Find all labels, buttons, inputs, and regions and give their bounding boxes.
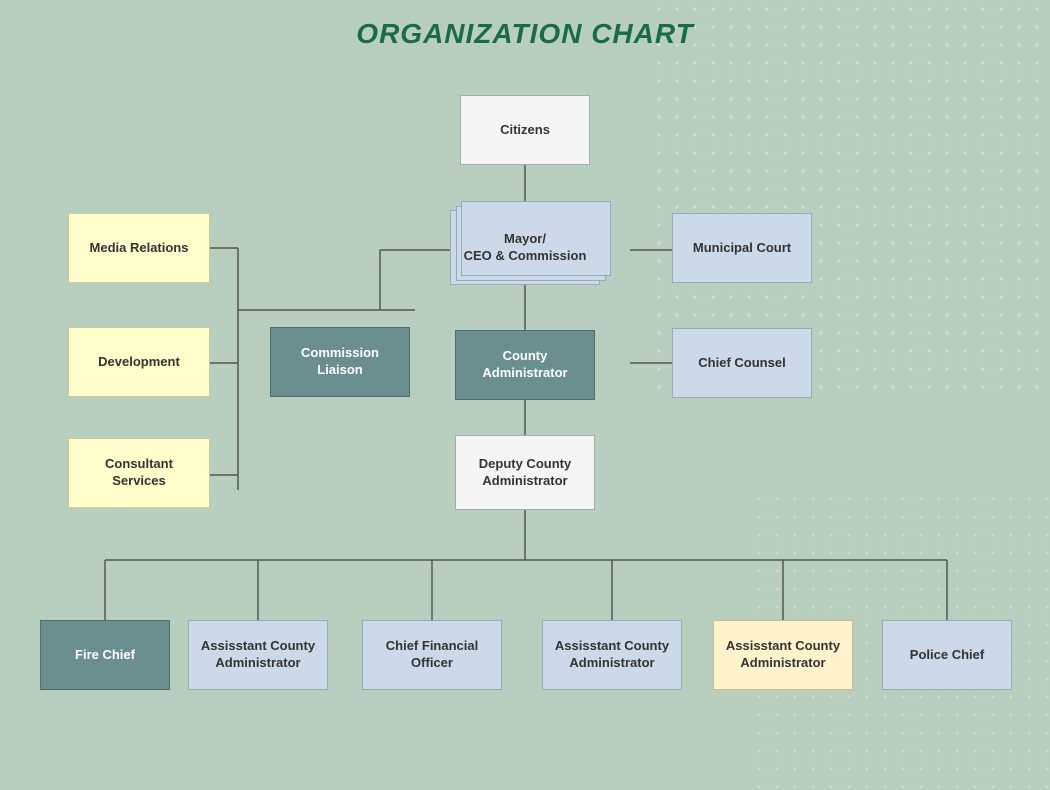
fire-chief-box: Fire Chief: [40, 620, 170, 690]
asst-admin-2-box: Assisstant CountyAdministrator: [542, 620, 682, 690]
mayor-box: Mayor/CEO & Commission: [450, 210, 600, 285]
page-title: ORGANIZATION CHART: [0, 0, 1050, 50]
commission-liaison-box: CommissionLiaison: [270, 327, 410, 397]
cfo-box: Chief FinancialOfficer: [362, 620, 502, 690]
county-admin-box: CountyAdministrator: [455, 330, 595, 400]
asst-admin-3-box: Assisstant CountyAdministrator: [713, 620, 853, 690]
media-relations-box: Media Relations: [68, 213, 210, 283]
asst-admin-1-box: Assisstant CountyAdministrator: [188, 620, 328, 690]
deputy-county-admin-box: Deputy CountyAdministrator: [455, 435, 595, 510]
citizens-box: Citizens: [460, 95, 590, 165]
chief-counsel-box: Chief Counsel: [672, 328, 812, 398]
police-chief-box: Police Chief: [882, 620, 1012, 690]
municipal-court-box: Municipal Court: [672, 213, 812, 283]
development-box: Development: [68, 327, 210, 397]
consultant-services-box: ConsultantServices: [68, 438, 210, 508]
